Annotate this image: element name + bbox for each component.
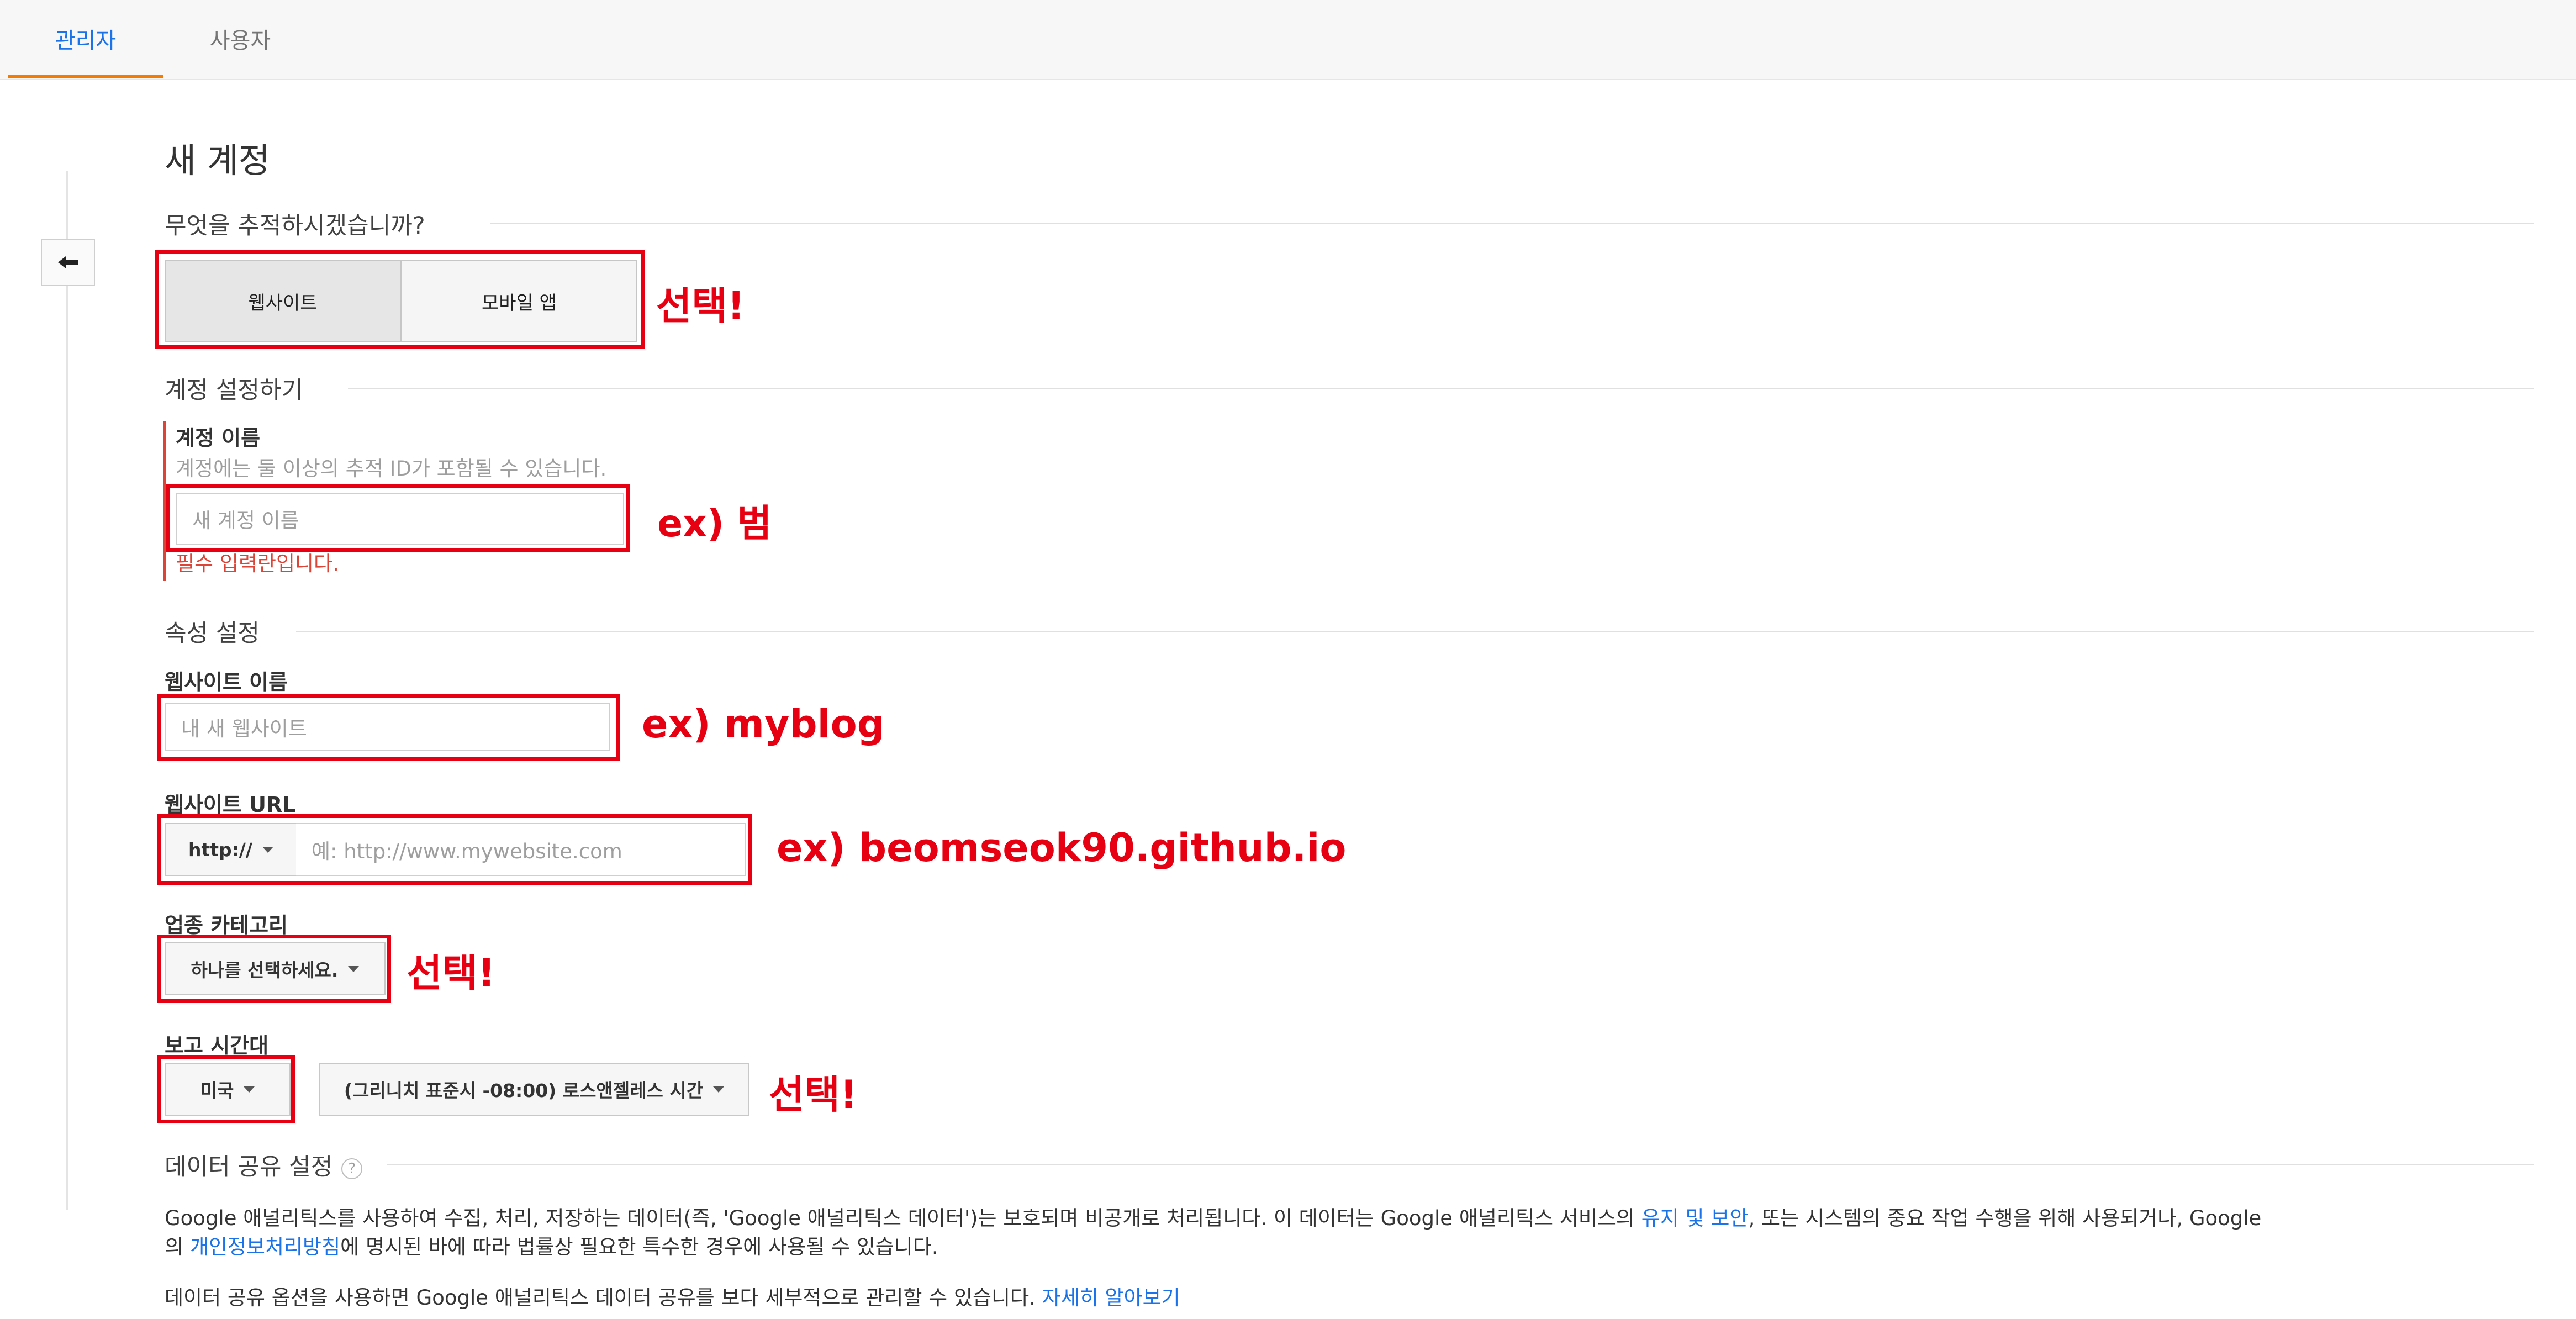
paragraph-text: , 또는 시스템의 중요 작업 수행을 위해 사용되거나, Google [1748, 1206, 2262, 1230]
industry-category-label: 업종 카테고리 [165, 913, 288, 937]
annotation-select-timezone: 선택! [769, 1072, 858, 1117]
website-name-input[interactable]: 내 새 웹사이트 [165, 703, 610, 751]
annotation-select-category: 선택! [407, 951, 495, 996]
privacy-policy-link[interactable]: 개인정보처리방침 [190, 1235, 340, 1259]
timezone-label: 보고 시간대 [165, 1033, 269, 1058]
section-divider [490, 223, 2534, 224]
back-arrow-icon [58, 256, 78, 268]
property-section-title: 속성 설정 [165, 620, 260, 647]
account-name-label: 계정 이름 [176, 426, 261, 450]
website-option-label: 웹사이트 [248, 292, 318, 314]
website-url-label: 웹사이트 URL [165, 793, 296, 817]
account-name-placeholder: 새 계정 이름 [192, 509, 299, 532]
data-sharing-paragraph-2: 데이터 공유 옵션을 사용하면 Google 애널리틱스 데이터 공유를 보다 … [165, 1284, 1180, 1312]
back-button[interactable] [41, 239, 95, 286]
mobile-app-option-button[interactable]: 모바일 앱 [401, 260, 637, 342]
left-rail-line [66, 171, 68, 1210]
account-name-help: 계정에는 둘 이상의 추적 ID가 포함될 수 있습니다. [176, 457, 607, 481]
page-title: 새 계정 [165, 140, 270, 181]
country-dropdown[interactable]: 미국 [165, 1063, 291, 1116]
website-url-placeholder: 예: http://www.mywebsite.com [312, 840, 622, 863]
industry-category-dropdown[interactable]: 하나를 선택하세요. [165, 942, 386, 995]
track-section-title: 무엇을 추적하시겠습니까? [165, 212, 425, 240]
maintenance-security-link[interactable]: 유지 및 보안 [1641, 1206, 1749, 1230]
tab-admin-label: 관리자 [55, 28, 117, 54]
chevron-down-icon [244, 1086, 255, 1093]
tab-user[interactable]: 사용자 [166, 0, 315, 77]
website-name-placeholder: 내 새 웹사이트 [181, 717, 307, 741]
chevron-down-icon [348, 965, 360, 972]
chevron-down-icon [713, 1086, 725, 1093]
industry-category-value: 하나를 선택하세요. [191, 959, 339, 981]
annotation-url-example: ex) beomseok90.github.io [777, 825, 1347, 870]
timezone-value: (그리니치 표준시 -08:00) 로스앤젤레스 시간 [344, 1080, 704, 1101]
data-sharing-paragraph-1: Google 애널리틱스를 사용하여 수집, 처리, 저장하는 데이터(즉, '… [165, 1204, 2261, 1262]
data-sharing-section-title: 데이터 공유 설정? [165, 1148, 363, 1182]
section-divider [296, 631, 2534, 632]
tab-user-label: 사용자 [209, 28, 271, 54]
account-section-title: 계정 설정하기 [165, 377, 304, 404]
paragraph-text: 에 명시된 바에 따라 법률상 필요한 특수한 경우에 사용될 수 있습니다. [340, 1235, 938, 1259]
paragraph-text: 데이터 공유 옵션을 사용하면 Google 애널리틱스 데이터 공유를 보다 … [165, 1286, 1042, 1310]
mobile-app-option-label: 모바일 앱 [482, 292, 557, 314]
annotation-account-example: ex) 범 [657, 502, 772, 546]
annotation-select-track: 선택! [656, 283, 745, 329]
protocol-dropdown[interactable]: http:// [165, 823, 297, 876]
website-name-label: 웹사이트 이름 [165, 670, 288, 694]
paragraph-text: Google 애널리틱스를 사용하여 수집, 처리, 저장하는 데이터(즉, '… [165, 1206, 1641, 1230]
timezone-dropdown[interactable]: (그리니치 표준시 -08:00) 로스앤젤레스 시간 [319, 1063, 749, 1116]
country-value: 미국 [200, 1080, 234, 1101]
website-option-button[interactable]: 웹사이트 [165, 260, 401, 342]
section-divider [387, 1164, 2534, 1165]
top-tab-bar [0, 0, 2576, 80]
section-divider [348, 388, 2534, 389]
learn-more-link[interactable]: 자세히 알아보기 [1042, 1286, 1180, 1310]
tab-admin[interactable]: 관리자 [8, 0, 163, 77]
data-sharing-title-text: 데이터 공유 설정 [165, 1153, 333, 1181]
annotation-site-example: ex) myblog [642, 701, 885, 747]
question-mark-icon[interactable]: ? [341, 1158, 363, 1179]
account-name-input[interactable]: 새 계정 이름 [176, 493, 624, 545]
protocol-value: http:// [188, 838, 252, 861]
account-name-error: 필수 입력란입니다. [176, 552, 339, 576]
error-indicator-bar [163, 421, 166, 581]
chevron-down-icon [262, 846, 273, 853]
active-tab-indicator [8, 75, 163, 78]
paragraph-text: 의 [165, 1235, 190, 1259]
website-url-input[interactable]: 예: http://www.mywebsite.com [296, 823, 746, 876]
